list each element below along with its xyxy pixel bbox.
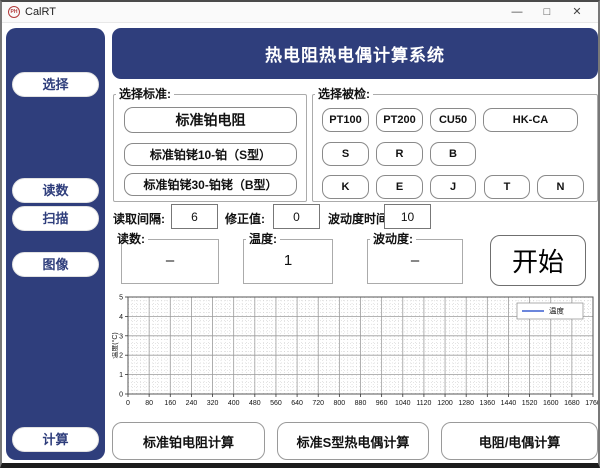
tested-pt200-button[interactable]: PT200 <box>376 108 423 132</box>
tested-groupbox: 选择被检: PT100 PT200 CU50 HK-CA S R B K E J… <box>312 88 598 202</box>
svg-text:240: 240 <box>186 400 198 407</box>
svg-text:1040: 1040 <box>395 400 411 407</box>
window-controls: — □ ✕ <box>502 2 592 23</box>
svg-text:880: 880 <box>355 400 367 407</box>
sidebar-item-image[interactable]: 图像 <box>12 252 99 277</box>
svg-text:1360: 1360 <box>480 400 496 407</box>
svg-text:560: 560 <box>270 400 282 407</box>
sidebar-item-calculate[interactable]: 计算 <box>12 427 99 452</box>
svg-text:480: 480 <box>249 400 261 407</box>
temperature-chart: 0 80 160 240 320 400 480 560 640 720 800 880 960 1040… <box>110 293 599 412</box>
read-interval-input[interactable] <box>171 204 218 229</box>
svg-text:1760: 1760 <box>585 400 599 407</box>
svg-text:1600: 1600 <box>543 400 559 407</box>
maximize-icon[interactable]: □ <box>532 2 562 23</box>
tested-j-button[interactable]: J <box>430 175 476 199</box>
std-s-thermocouple-calc-button[interactable]: 标准S型热电偶计算 <box>277 422 429 460</box>
start-button[interactable]: 开始 <box>490 235 586 286</box>
close-icon[interactable]: ✕ <box>562 2 592 23</box>
svg-text:1280: 1280 <box>458 400 474 407</box>
tested-pt100-button[interactable]: PT100 <box>322 108 369 132</box>
standard-s-type-button[interactable]: 标准铂铑10-铂（S型） <box>124 143 297 166</box>
tested-cu50-button[interactable]: CU50 <box>430 108 476 132</box>
title-bar: PH CalRT — □ ✕ <box>2 2 598 23</box>
svg-text:5: 5 <box>119 295 123 302</box>
svg-text:400: 400 <box>228 400 240 407</box>
tested-r-button[interactable]: R <box>376 142 423 166</box>
minimize-icon[interactable]: — <box>502 2 532 23</box>
svg-text:1120: 1120 <box>416 400 431 407</box>
standard-pt-resistance-button[interactable]: 标准铂电阻 <box>124 107 297 133</box>
correction-input[interactable] <box>273 204 320 229</box>
sidebar-item-scan[interactable]: 扫描 <box>12 206 99 231</box>
svg-text:320: 320 <box>207 400 219 407</box>
read-interval-label: 读取间隔: <box>113 212 165 226</box>
svg-text:960: 960 <box>376 400 388 407</box>
svg-text:3: 3 <box>119 333 123 340</box>
svg-text:1: 1 <box>119 372 123 379</box>
svg-text:1520: 1520 <box>522 400 538 407</box>
tested-hkca-button[interactable]: HK-CA <box>483 108 578 132</box>
resistance-thermocouple-calc-button[interactable]: 电阻/电偶计算 <box>441 422 598 460</box>
temperature-value: 1 <box>283 252 293 269</box>
reading-label: 读数: <box>114 233 148 245</box>
sidebar: 选择 读数 扫描 图像 计算 <box>6 28 105 460</box>
svg-text:温度: 温度 <box>549 306 564 316</box>
fluctuation-value: – <box>410 252 420 269</box>
svg-text:0: 0 <box>119 392 123 399</box>
standard-group-label: 选择标准: <box>116 88 174 100</box>
temperature-label: 温度: <box>246 233 280 245</box>
svg-text:4: 4 <box>119 314 123 321</box>
svg-text:640: 640 <box>291 400 303 407</box>
svg-text:1680: 1680 <box>564 400 580 407</box>
app-icon: PH <box>8 6 20 18</box>
fluctuation-time-label: 波动度时间: <box>328 212 392 226</box>
app-window: PH CalRT — □ ✕ 选择 读数 扫描 图像 计算 热电阻热电偶计算系统… <box>0 0 600 468</box>
sidebar-item-reading[interactable]: 读数 <box>12 178 99 203</box>
correction-label: 修正值: <box>225 212 265 226</box>
page-title: 热电阻热电偶计算系统 <box>112 28 598 79</box>
fluctuation-time-input[interactable] <box>384 204 431 229</box>
reading-value: – <box>165 252 175 269</box>
tested-k-button[interactable]: K <box>322 175 369 199</box>
standard-b-type-button[interactable]: 标准铂铑30-铂铑（B型） <box>124 173 297 196</box>
window-title: CalRT <box>25 6 56 18</box>
sidebar-item-select[interactable]: 选择 <box>12 72 99 97</box>
tested-s-button[interactable]: S <box>322 142 369 166</box>
tested-e-button[interactable]: E <box>376 175 423 199</box>
temperature-chart-svg: 0 80 160 240 320 400 480 560 640 720 800 880 960 1040… <box>110 295 599 408</box>
tested-t-button[interactable]: T <box>484 175 530 199</box>
tested-group-label: 选择被检: <box>315 88 373 100</box>
svg-text:1200: 1200 <box>437 400 453 407</box>
fluctuation-label: 波动度: <box>370 233 416 245</box>
svg-text:800: 800 <box>334 400 346 407</box>
svg-text:160: 160 <box>164 400 176 407</box>
tested-b-button[interactable]: B <box>430 142 476 166</box>
svg-text:720: 720 <box>312 400 324 407</box>
svg-text:80: 80 <box>145 400 153 407</box>
svg-text:温度(°C): 温度(°C) <box>112 332 119 359</box>
standard-groupbox: 选择标准: 标准铂电阻 标准铂铑10-铂（S型） 标准铂铑30-铂铑（B型） <box>113 88 307 202</box>
std-pt-resistance-calc-button[interactable]: 标准铂电阻计算 <box>112 422 265 460</box>
svg-text:2: 2 <box>119 353 123 360</box>
svg-text:0: 0 <box>126 400 130 407</box>
tested-n-button[interactable]: N <box>537 175 584 199</box>
svg-text:1440: 1440 <box>501 400 517 407</box>
